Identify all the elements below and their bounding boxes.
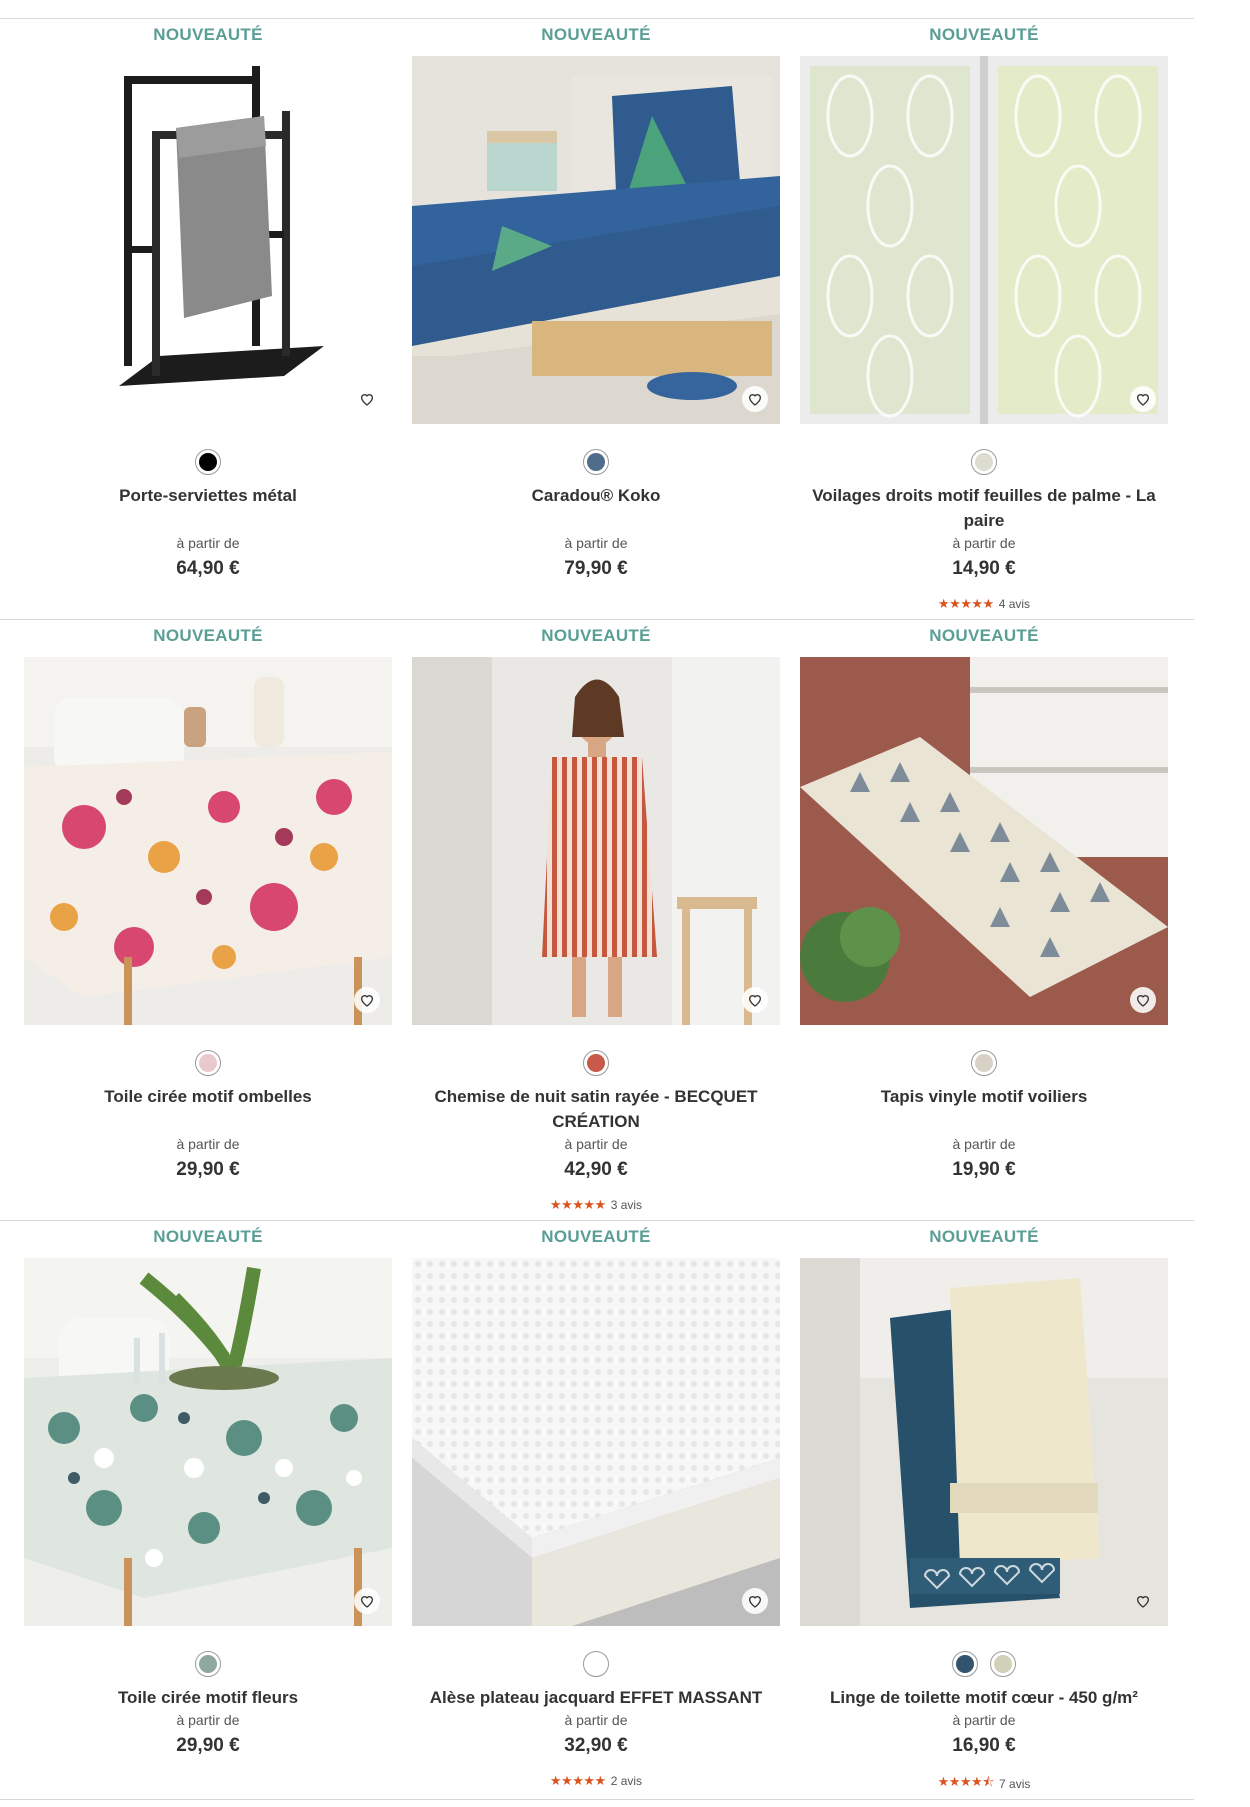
review-count[interactable]: 3 avis xyxy=(611,1198,642,1212)
color-swatch[interactable] xyxy=(195,1651,221,1677)
color-swatch[interactable] xyxy=(195,1050,221,1076)
product-price: 32,90 € xyxy=(564,1735,628,1756)
color-swatches xyxy=(412,449,780,475)
price-prefix: à partir de xyxy=(176,1712,240,1728)
rating[interactable]: ★★★★★ 2 avis xyxy=(412,1773,780,1789)
new-badge: NOUVEAUTÉ xyxy=(541,626,651,645)
price-prefix: à partir de xyxy=(176,1136,240,1152)
product-image[interactable] xyxy=(24,56,392,424)
color-swatch[interactable] xyxy=(971,1050,997,1076)
product-price: 79,90 € xyxy=(564,558,628,579)
product-name[interactable]: Chemise de nuit satin rayée - BECQUET CR… xyxy=(422,1084,770,1134)
heart-icon[interactable] xyxy=(742,1588,768,1614)
product-image[interactable] xyxy=(412,657,780,1025)
color-swatch[interactable] xyxy=(583,1651,609,1677)
heart-icon[interactable] xyxy=(742,987,768,1013)
star-rating-icon: ★★★★★ xyxy=(549,1773,606,1788)
star-rating-icon: ★★★★★ xyxy=(549,1197,606,1212)
product-name[interactable]: Toile cirée motif ombelles xyxy=(34,1084,382,1109)
review-count[interactable]: 2 avis xyxy=(611,1774,642,1788)
color-swatch[interactable] xyxy=(971,449,997,475)
product-image[interactable] xyxy=(24,657,392,1025)
row-divider xyxy=(0,619,1194,620)
price-prefix: à partir de xyxy=(564,1712,628,1728)
price-prefix: à partir de xyxy=(176,535,240,551)
price-prefix: à partir de xyxy=(564,535,628,551)
heart-icon[interactable] xyxy=(742,386,768,412)
color-swatch[interactable] xyxy=(583,1050,609,1076)
price-prefix: à partir de xyxy=(952,1136,1016,1152)
review-count[interactable]: 7 avis xyxy=(999,1777,1030,1791)
product-name[interactable]: Toile cirée motif fleurs xyxy=(34,1685,382,1710)
color-swatch[interactable] xyxy=(195,449,221,475)
color-swatches xyxy=(24,449,392,475)
product-price: 19,90 € xyxy=(952,1159,1016,1180)
product-price: 42,90 € xyxy=(564,1159,628,1180)
heart-icon[interactable] xyxy=(1130,1588,1156,1614)
product-name[interactable]: Porte-serviettes métal xyxy=(34,483,382,508)
review-count[interactable]: 4 avis xyxy=(999,597,1030,611)
product-image[interactable] xyxy=(24,1258,392,1626)
heart-icon[interactable] xyxy=(1130,386,1156,412)
product-name[interactable]: Voilages droits motif feuilles de palme … xyxy=(810,483,1158,533)
product-price: 29,90 € xyxy=(176,1735,240,1756)
heart-icon[interactable] xyxy=(354,386,380,412)
product-image[interactable] xyxy=(800,657,1168,1025)
new-badge: NOUVEAUTÉ xyxy=(541,25,651,44)
product-name[interactable]: Linge de toilette motif cœur - 450 g/m² xyxy=(810,1685,1158,1710)
color-swatches xyxy=(412,1651,780,1677)
color-swatches xyxy=(24,1050,392,1076)
product-image[interactable] xyxy=(800,56,1168,424)
heart-icon[interactable] xyxy=(1130,987,1156,1013)
star-rating-icon: ★★★★⯪ xyxy=(937,1774,995,1789)
color-swatches xyxy=(800,1651,1168,1677)
color-swatches xyxy=(800,1050,1168,1076)
product-price: 29,90 € xyxy=(176,1159,240,1180)
rating[interactable]: ★★★★★ 4 avis xyxy=(800,596,1168,612)
color-swatch[interactable] xyxy=(952,1651,978,1677)
row-divider xyxy=(0,18,1194,19)
row-divider xyxy=(0,1220,1194,1221)
color-swatches xyxy=(800,449,1168,475)
price-prefix: à partir de xyxy=(952,1712,1016,1728)
product-price: 14,90 € xyxy=(952,558,1016,579)
product-price: 16,90 € xyxy=(952,1735,1016,1756)
heart-icon[interactable] xyxy=(354,1588,380,1614)
new-badge: NOUVEAUTÉ xyxy=(929,25,1039,44)
product-name[interactable]: Tapis vinyle motif voiliers xyxy=(810,1084,1158,1109)
rating[interactable]: ★★★★⯪ 7 avis xyxy=(800,1773,1168,1795)
new-badge: NOUVEAUTÉ xyxy=(541,1227,651,1246)
new-badge: NOUVEAUTÉ xyxy=(153,25,263,44)
color-swatches xyxy=(24,1651,392,1677)
rating[interactable]: ★★★★★ 3 avis xyxy=(412,1197,780,1213)
price-prefix: à partir de xyxy=(564,1136,628,1152)
product-name[interactable]: Caradou® Koko xyxy=(422,483,770,508)
price-prefix: à partir de xyxy=(952,535,1016,551)
product-image[interactable] xyxy=(412,1258,780,1626)
row-divider xyxy=(0,1799,1194,1800)
color-swatches xyxy=(412,1050,780,1076)
product-price: 64,90 € xyxy=(176,558,240,579)
color-swatch[interactable] xyxy=(583,449,609,475)
heart-icon[interactable] xyxy=(354,987,380,1013)
new-badge: NOUVEAUTÉ xyxy=(929,626,1039,645)
product-image[interactable] xyxy=(800,1258,1168,1626)
new-badge: NOUVEAUTÉ xyxy=(153,626,263,645)
product-image[interactable] xyxy=(412,56,780,424)
color-swatch[interactable] xyxy=(990,1651,1016,1677)
product-name[interactable]: Alèse plateau jacquard EFFET MASSANT xyxy=(422,1685,770,1710)
new-badge: NOUVEAUTÉ xyxy=(929,1227,1039,1246)
new-badge: NOUVEAUTÉ xyxy=(153,1227,263,1246)
star-rating-icon: ★★★★★ xyxy=(937,596,994,611)
